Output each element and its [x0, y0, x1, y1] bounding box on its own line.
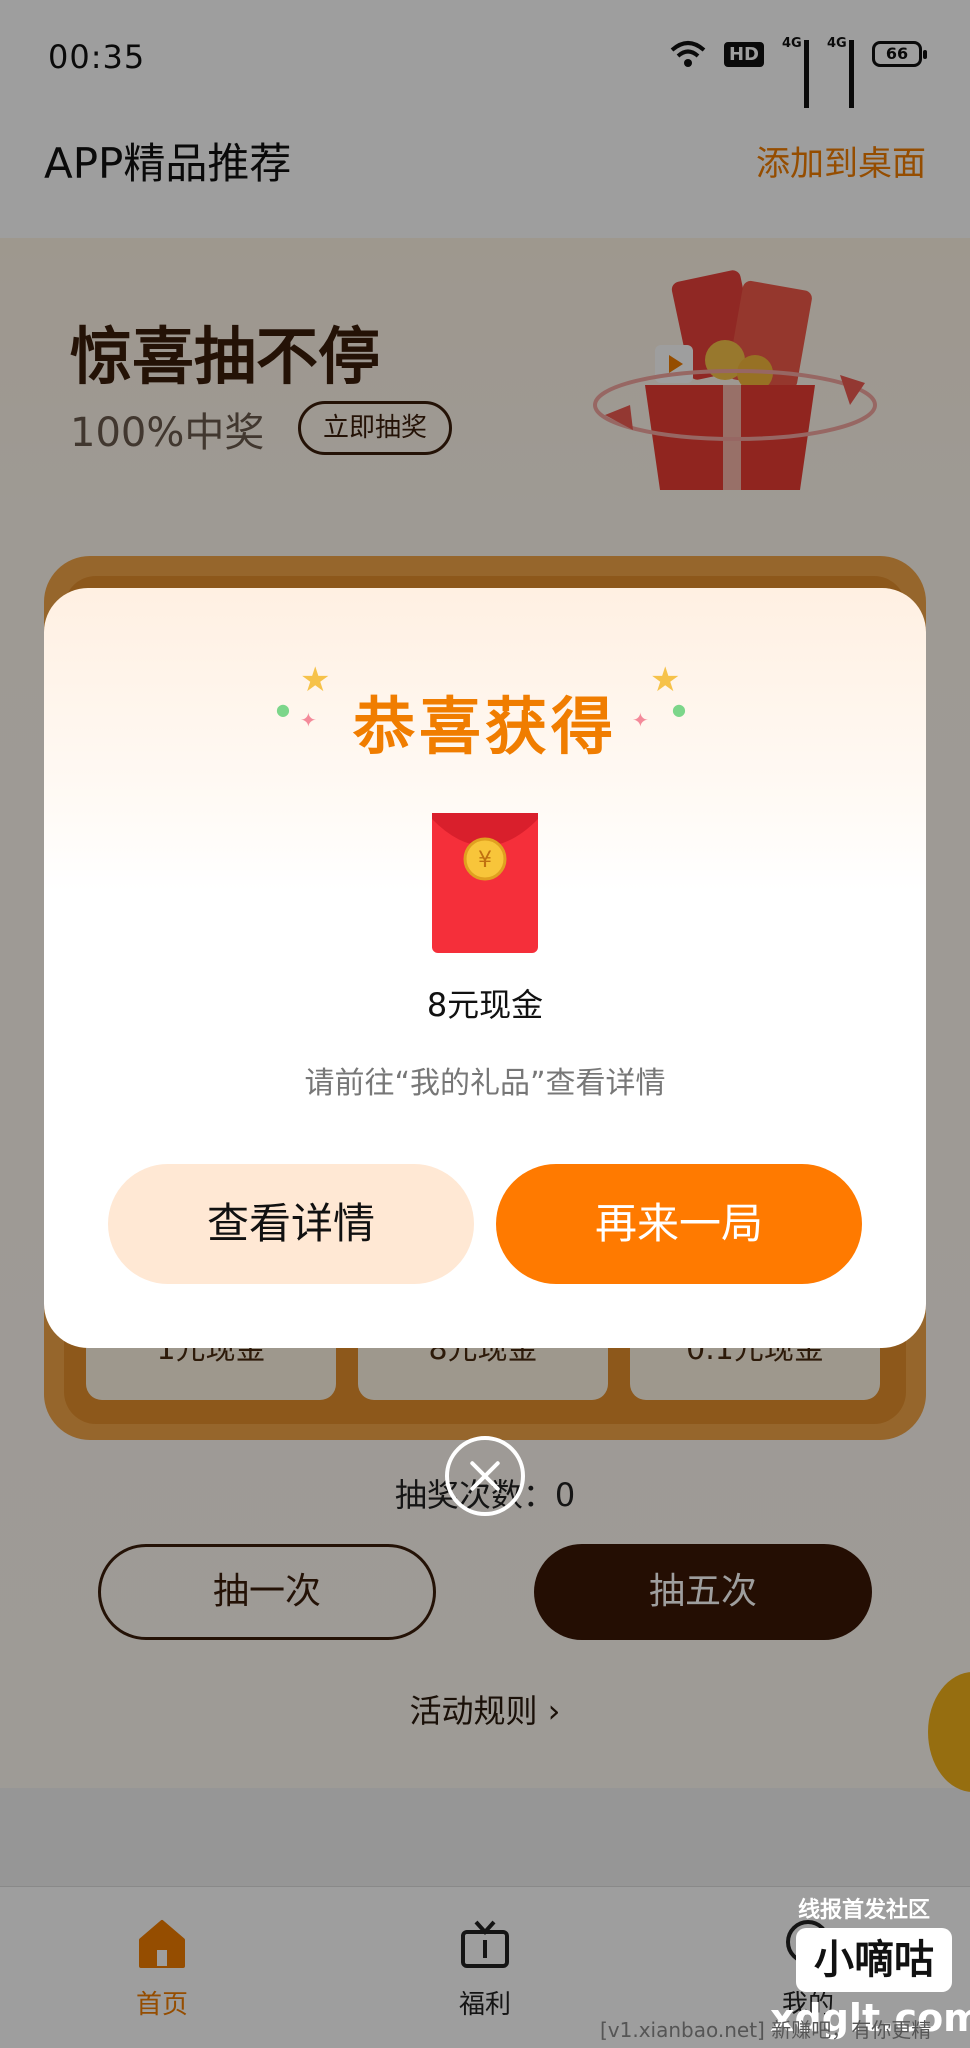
watermark-url: [v1.xianbao.net] 新赚吧，有你更精彩！ [600, 2018, 932, 2048]
modal-title: 恭喜获得 [352, 690, 617, 763]
view-details-button[interactable]: 查看详情 [108, 1164, 474, 1284]
watermark-logo: 小嘀咕 [796, 1928, 952, 1992]
play-again-button[interactable]: 再来一局 [496, 1164, 862, 1284]
svg-text:¥: ¥ [478, 848, 492, 873]
red-envelope-icon: ¥ [432, 813, 538, 953]
prize-name: 8元现金 [426, 986, 544, 1024]
watermark-community: 线报首发社区 [798, 1898, 931, 1923]
close-icon[interactable] [445, 1436, 525, 1516]
prize-hint: 请前往“我的礼品”查看详情 [304, 1066, 666, 1101]
